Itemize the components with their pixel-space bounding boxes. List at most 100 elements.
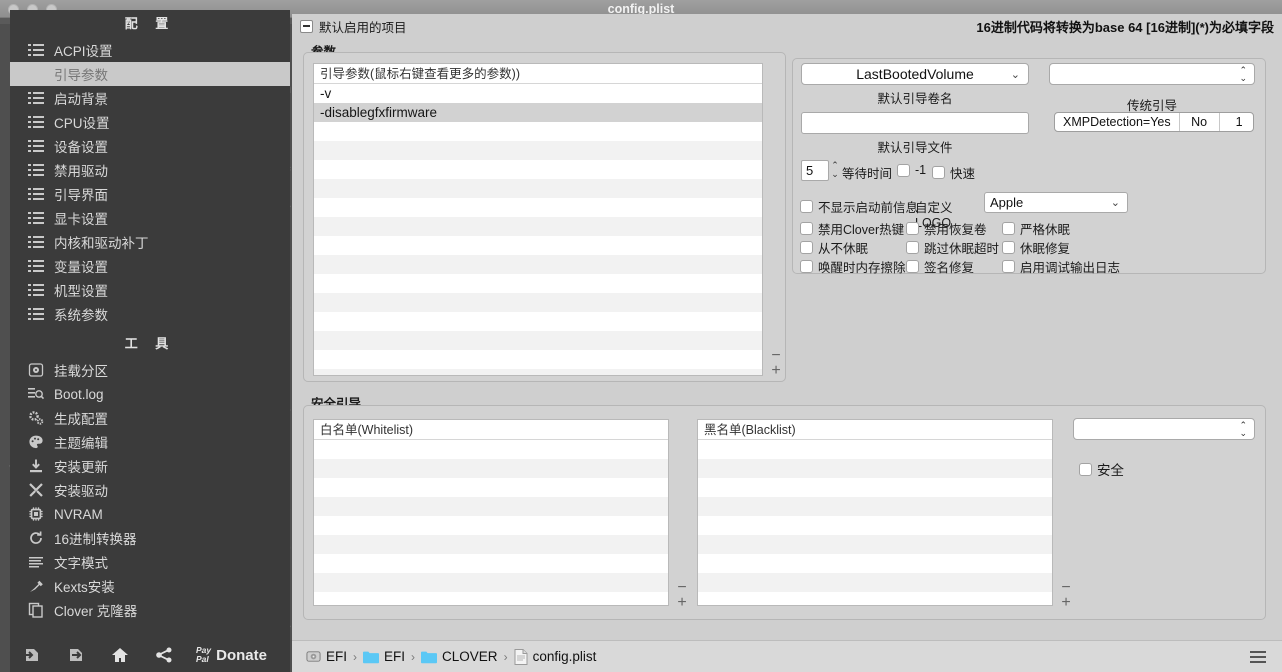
default-loader-field[interactable] bbox=[801, 112, 1029, 134]
import-button[interactable] bbox=[10, 638, 54, 672]
checkbox-box[interactable] bbox=[1002, 260, 1015, 273]
sidebar-item-7[interactable]: 16进制转换器 bbox=[10, 526, 290, 550]
checkbox-debug-log[interactable]: 启用调试输出日志 bbox=[1002, 257, 1120, 276]
list-item[interactable] bbox=[314, 160, 762, 179]
timeout-stepper[interactable]: ⌃ ⌄ bbox=[829, 160, 841, 181]
checkbox-disable-recovery[interactable]: 禁用恢复卷 bbox=[906, 219, 987, 238]
checkbox-never-hibernate[interactable]: 从不休眠 bbox=[800, 238, 868, 257]
list-item[interactable] bbox=[698, 573, 1052, 592]
checkbox-box[interactable] bbox=[932, 166, 945, 179]
list-item[interactable] bbox=[314, 497, 668, 516]
whitelist-remove-button[interactable]: − bbox=[677, 580, 686, 596]
sidebar-item-3[interactable]: 主题编辑 bbox=[10, 430, 290, 454]
whitelist-rows[interactable] bbox=[314, 440, 668, 605]
list-item[interactable] bbox=[314, 573, 668, 592]
sidebar-item-7[interactable]: 显卡设置 bbox=[10, 206, 290, 230]
list-item[interactable] bbox=[314, 478, 668, 497]
sidebar-item-9[interactable]: 变量设置 bbox=[10, 254, 290, 278]
share-button[interactable] bbox=[142, 638, 186, 672]
sidebar-item-1[interactable]: Boot.log bbox=[10, 382, 290, 406]
list-item[interactable] bbox=[314, 554, 668, 573]
donate-button[interactable]: Pay Pal Donate bbox=[196, 646, 267, 664]
boot-args-rows[interactable]: -v -disablegfxfirmware bbox=[314, 84, 762, 375]
list-item[interactable] bbox=[314, 293, 762, 312]
checkbox-box[interactable] bbox=[800, 260, 813, 273]
sidebar-item-5[interactable]: 安装驱动 bbox=[10, 478, 290, 502]
boot-args-list[interactable]: 引导参数(鼠标右键查看更多的参数)) -v -disablegfxfirmware bbox=[313, 63, 763, 376]
list-item[interactable] bbox=[314, 516, 668, 535]
stepper-updown-icon[interactable]: ⌃ ⌄ bbox=[1239, 66, 1247, 83]
default-enabled-disclosure[interactable]: 默认启用的项目 bbox=[300, 17, 407, 36]
list-item[interactable] bbox=[314, 331, 762, 350]
checkbox-box[interactable] bbox=[906, 241, 919, 254]
timeout-minus-one-checkbox[interactable]: -1 bbox=[897, 163, 926, 177]
blacklist-remove-button[interactable]: − bbox=[1061, 580, 1070, 596]
xmp-segment-1[interactable]: No bbox=[1180, 113, 1220, 131]
checkbox-signature-fix[interactable]: 签名修复 bbox=[906, 257, 974, 276]
boot-args-list-buttons[interactable]: − + bbox=[763, 348, 789, 379]
whitelist-add-button[interactable]: + bbox=[677, 595, 686, 611]
checkbox-box[interactable] bbox=[800, 241, 813, 254]
checkbox-box[interactable] bbox=[897, 163, 910, 177]
sidebar-item-0[interactable]: ACPI设置 bbox=[10, 38, 290, 62]
blacklist-rows[interactable] bbox=[698, 440, 1052, 605]
checkbox-strict-hibernate[interactable]: 严格休眠 bbox=[1002, 219, 1070, 238]
list-item[interactable] bbox=[314, 459, 668, 478]
sidebar-item-5[interactable]: 禁用驱动 bbox=[10, 158, 290, 182]
sidebar-item-10[interactable]: Clover 克隆器 bbox=[10, 598, 290, 622]
list-item[interactable] bbox=[314, 141, 762, 160]
legacy-boot-select[interactable]: ⌃ ⌄ bbox=[1049, 63, 1255, 85]
list-item[interactable] bbox=[314, 255, 762, 274]
xmp-segment-0[interactable]: XMPDetection=Yes bbox=[1055, 113, 1180, 131]
whitelist-buttons[interactable]: − + bbox=[669, 580, 695, 611]
sidebar-item-0[interactable]: 挂载分区 bbox=[10, 358, 290, 382]
checkbox-no-early-progress[interactable]: 不显示启动前信息 bbox=[800, 197, 918, 216]
checkbox-box[interactable] bbox=[1002, 241, 1015, 254]
blacklist-list[interactable]: 黑名单(Blacklist) bbox=[697, 419, 1053, 606]
list-item[interactable] bbox=[698, 440, 1052, 459]
breadcrumb-item-1[interactable]: EFI bbox=[363, 649, 405, 664]
blacklist-buttons[interactable]: − + bbox=[1053, 580, 1079, 611]
list-item[interactable] bbox=[314, 369, 762, 375]
sidebar-item-11[interactable]: 系统参数 bbox=[10, 302, 290, 326]
checkbox-disable-clover-hotkey[interactable]: 禁用Clover热键 bbox=[800, 219, 904, 238]
list-item[interactable] bbox=[314, 312, 762, 331]
sidebar-item-8[interactable]: 内核和驱动补丁 bbox=[10, 230, 290, 254]
sidebar-item-4[interactable]: 设备设置 bbox=[10, 134, 290, 158]
list-item[interactable]: -v bbox=[314, 84, 762, 103]
export-button[interactable] bbox=[54, 638, 98, 672]
fast-boot-checkbox[interactable]: 快速 bbox=[932, 163, 975, 182]
sidebar-item-2[interactable]: 生成配置 bbox=[10, 406, 290, 430]
list-item[interactable] bbox=[698, 554, 1052, 573]
sidebar-item-6[interactable]: 引导界面 bbox=[10, 182, 290, 206]
sidebar-item-6[interactable]: NVRAM bbox=[10, 502, 290, 526]
stepper-updown-icon[interactable]: ⌃ ⌄ bbox=[1239, 421, 1247, 438]
breadcrumb-item-2[interactable]: CLOVER bbox=[421, 649, 498, 664]
list-item[interactable] bbox=[314, 198, 762, 217]
secure-boot-policy-select[interactable]: ⌃ ⌄ bbox=[1073, 418, 1255, 440]
list-item[interactable] bbox=[314, 217, 762, 236]
list-item[interactable] bbox=[314, 440, 668, 459]
sidebar-item-4[interactable]: 安装更新 bbox=[10, 454, 290, 478]
secure-boot-checkbox[interactable]: 安全 bbox=[1079, 459, 1124, 479]
checkbox-box[interactable] bbox=[1002, 222, 1015, 235]
checkbox-box[interactable] bbox=[1079, 462, 1092, 476]
checkbox-memory-wipe-on-wake[interactable]: 唤醒时内存擦除 bbox=[800, 257, 906, 276]
list-item[interactable] bbox=[698, 592, 1052, 605]
checkbox-box[interactable] bbox=[906, 260, 919, 273]
home-button[interactable] bbox=[98, 638, 142, 672]
checkbox-box[interactable] bbox=[800, 200, 813, 213]
custom-logo-select[interactable]: Apple ⌄ bbox=[984, 192, 1128, 213]
collapse-icon[interactable] bbox=[300, 19, 313, 33]
xmp-segment-2[interactable]: 1 bbox=[1220, 113, 1253, 131]
sidebar-item-3[interactable]: CPU设置 bbox=[10, 110, 290, 134]
list-item[interactable] bbox=[698, 478, 1052, 497]
checkbox-skip-hibernate-timeout[interactable]: 跳过休眠超时 bbox=[906, 238, 999, 257]
list-item[interactable] bbox=[314, 592, 668, 605]
sidebar-item-8[interactable]: 文字模式 bbox=[10, 550, 290, 574]
breadcrumb-item-0[interactable]: EFI bbox=[306, 649, 347, 664]
list-item[interactable] bbox=[314, 179, 762, 198]
blacklist-add-button[interactable]: + bbox=[1061, 595, 1070, 611]
list-item[interactable] bbox=[698, 497, 1052, 516]
list-item[interactable] bbox=[698, 516, 1052, 535]
